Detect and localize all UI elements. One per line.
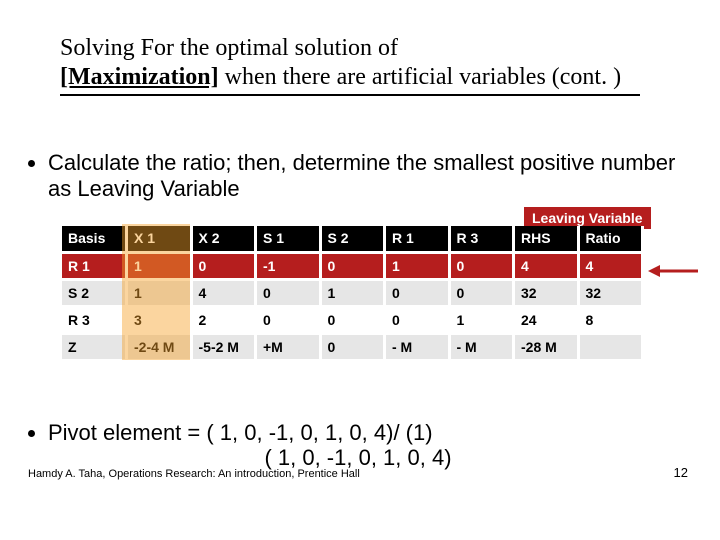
table-row: Z-2-4 M-5-2 M+M0- M- M-28 M (62, 333, 643, 360)
table-cell: 2 (191, 306, 256, 333)
table-cell: 0 (385, 279, 450, 306)
table-cell: R 3 (62, 306, 127, 333)
table-cell: Z (62, 333, 127, 360)
table-cell: 3 (127, 306, 192, 333)
table-cell: 0 (256, 279, 321, 306)
table-cell: +M (256, 333, 321, 360)
table-cell: 1 (127, 279, 192, 306)
table-cell: 4 (514, 252, 579, 279)
title-line1: Solving For the optimal solution of (60, 35, 398, 61)
col-header: R 1 (385, 226, 450, 252)
table-cell: 0 (320, 252, 385, 279)
table-cell: -2-4 M (127, 333, 192, 360)
bullet-list-2: Pivot element = ( 1, 0, -1, 0, 1, 0, 4)/… (28, 420, 688, 471)
col-header: X 2 (191, 226, 256, 252)
table-cell: -1 (256, 252, 321, 279)
col-header: S 2 (320, 226, 385, 252)
simplex-table: BasisX 1X 2S 1S 2R 1R 3RHSRatio R 110-10… (62, 226, 644, 362)
table-cell: 1 (320, 279, 385, 306)
table-cell: 0 (385, 306, 450, 333)
table-cell: 1 (127, 252, 192, 279)
table-cell: -5-2 M (191, 333, 256, 360)
table-cell: 1 (449, 306, 514, 333)
table-cell: -28 M (514, 333, 579, 360)
col-header: S 1 (256, 226, 321, 252)
table-row: R 3320001248 (62, 306, 643, 333)
col-header: R 3 (449, 226, 514, 252)
pivot-line2: ( 1, 0, -1, 0, 1, 0, 4) (28, 445, 688, 470)
bullet-list-1: Calculate the ratio; then, determine the… (28, 150, 688, 202)
table-cell: - M (449, 333, 514, 360)
table-cell: S 2 (62, 279, 127, 306)
table-cell: 1 (385, 252, 450, 279)
table-cell: 0 (449, 252, 514, 279)
pivot-line1: Pivot element = ( 1, 0, -1, 0, 1, 0, 4)/… (48, 420, 433, 445)
bullet-1: Calculate the ratio; then, determine the… (48, 150, 688, 202)
page-number: 12 (674, 465, 688, 480)
footer-citation: Hamdy A. Taha, Operations Research: An i… (28, 468, 360, 480)
table-cell: 4 (578, 252, 643, 279)
table-cell: R 1 (62, 252, 127, 279)
table-cell: 32 (578, 279, 643, 306)
title-rest: when there are artificial variables (con… (219, 64, 621, 90)
col-header: Ratio (578, 226, 643, 252)
table-cell: 0 (191, 252, 256, 279)
table-cell: 0 (449, 279, 514, 306)
table-cell: 0 (256, 306, 321, 333)
table-cell: 32 (514, 279, 579, 306)
col-header: RHS (514, 226, 579, 252)
table-cell: 24 (514, 306, 579, 333)
leaving-row-arrow-icon (648, 264, 698, 278)
bullet-2: Pivot element = ( 1, 0, -1, 0, 1, 0, 4)/… (48, 420, 688, 471)
col-header: X 1 (127, 226, 192, 252)
table-cell: 4 (191, 279, 256, 306)
table-row: R 110-101044 (62, 252, 643, 279)
col-header: Basis (62, 226, 127, 252)
table-cell: - M (385, 333, 450, 360)
table-cell: 0 (320, 333, 385, 360)
title-maximization: [Maximization] (60, 64, 219, 90)
table-row: S 21401003232 (62, 279, 643, 306)
slide-title: Solving For the optimal solution of [Max… (60, 34, 640, 96)
table-cell: 8 (578, 306, 643, 333)
table-cell: 0 (320, 306, 385, 333)
table-cell (578, 333, 643, 360)
